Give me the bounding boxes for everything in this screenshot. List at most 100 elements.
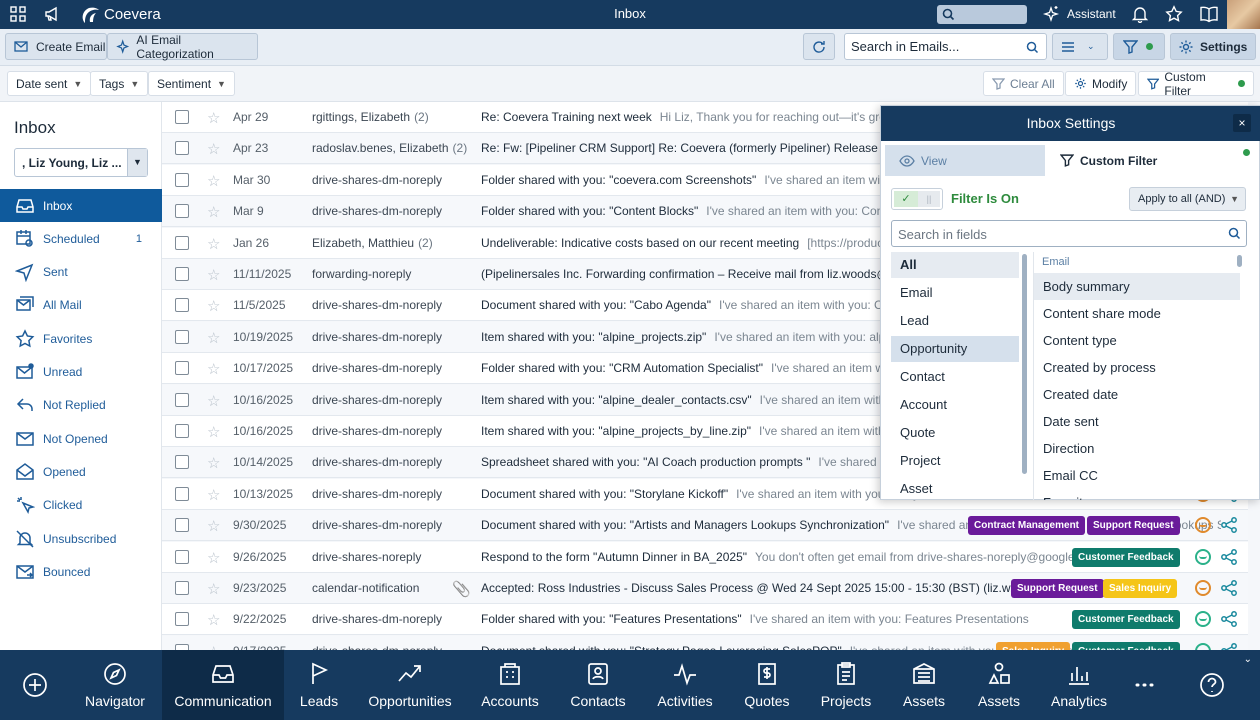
favorite-star-icon[interactable]: ☆	[207, 235, 220, 253]
more-button[interactable]	[1124, 650, 1164, 720]
nav-contacts[interactable]: Contacts	[554, 650, 642, 720]
sidebar-item-all-mail[interactable]: All Mail	[0, 289, 162, 322]
row-checkbox[interactable]	[175, 392, 189, 407]
share-icon[interactable]	[1220, 610, 1238, 628]
row-checkbox[interactable]	[175, 486, 189, 501]
ai-categorization-button[interactable]: AI Email Categorization	[107, 33, 258, 61]
row-checkbox[interactable]	[175, 235, 189, 250]
tab-custom-filter[interactable]: Custom Filter	[1046, 145, 1256, 176]
field-item[interactable]: Email CC	[1034, 462, 1240, 489]
tag-badge[interactable]: Sales Inquiry	[996, 641, 1071, 650]
nav-activities[interactable]: Activities	[642, 650, 728, 720]
category-item[interactable]: Asset	[891, 476, 1019, 500]
field-scrollbar[interactable]	[1237, 255, 1242, 267]
filter-toggle[interactable]: ✓ ||	[891, 188, 943, 210]
date-sent-filter[interactable]: Date sent ▼	[7, 71, 92, 96]
book-icon[interactable]	[1199, 5, 1219, 25]
favorite-star-icon[interactable]: ☆	[207, 643, 220, 650]
field-search-input[interactable]	[898, 226, 1218, 242]
row-checkbox[interactable]	[175, 361, 189, 376]
plus-circle-button[interactable]	[5, 650, 65, 720]
create-email-button[interactable]: Create Email	[5, 33, 107, 60]
sparkle-icon[interactable]	[1042, 5, 1062, 25]
chevron-down-icon[interactable]: ▼	[127, 149, 147, 176]
clear-all-button[interactable]: Clear All	[983, 71, 1064, 96]
tag-badge[interactable]: Support Request	[1087, 516, 1180, 536]
nav-quotes[interactable]: Quotes	[730, 650, 804, 720]
favorite-star-icon[interactable]: ☆	[207, 360, 220, 378]
field-item[interactable]: Content type	[1034, 327, 1240, 354]
nav-communication[interactable]: Communication	[162, 650, 284, 720]
favorite-star-icon[interactable]: ☆	[207, 140, 220, 158]
row-checkbox[interactable]	[175, 518, 189, 533]
favorite-star-icon[interactable]: ☆	[207, 172, 220, 190]
favorite-star-icon[interactable]: ☆	[207, 580, 220, 598]
row-checkbox[interactable]	[175, 424, 189, 438]
avatar[interactable]	[1227, 0, 1260, 29]
row-checkbox[interactable]	[175, 141, 189, 156]
field-search-box[interactable]	[891, 220, 1247, 247]
tag-badge[interactable]: Customer Feedback	[1072, 547, 1180, 567]
megaphone-icon[interactable]	[43, 5, 63, 25]
sidebar-item-unsubscribed[interactable]: Unsubscribed	[0, 522, 162, 555]
row-checkbox[interactable]	[175, 329, 189, 344]
field-item[interactable]: Date sent	[1034, 408, 1240, 435]
nav-assets[interactable]: Assets	[891, 650, 957, 720]
global-search-input[interactable]	[937, 5, 1027, 24]
table-row[interactable]: ☆ 9/22/2025 drive-shares-dm-noreply Folder …	[162, 604, 1248, 636]
bell-icon[interactable]	[1131, 5, 1151, 25]
favorite-star-icon[interactable]: ☆	[207, 486, 220, 504]
share-icon[interactable]	[1220, 579, 1238, 597]
row-checkbox[interactable]	[175, 267, 189, 281]
field-item[interactable]: Created date	[1034, 381, 1240, 408]
table-row[interactable]: ☆ 9/26/2025 drive-shares-noreply Respond to…	[162, 541, 1248, 573]
row-checkbox[interactable]	[175, 172, 189, 187]
field-item[interactable]: Content share mode	[1034, 300, 1240, 327]
sidebar-item-clicked[interactable]: Clicked	[0, 489, 162, 522]
tag-badge[interactable]: Customer Feedback	[1072, 610, 1180, 630]
nav-assets[interactable]: Assets	[967, 650, 1031, 720]
filter-toggle-button[interactable]	[1113, 33, 1165, 60]
assistant-button[interactable]: Assistant	[1067, 7, 1116, 21]
row-checkbox[interactable]	[175, 581, 189, 595]
category-item[interactable]: Contact	[891, 364, 1019, 390]
modify-button[interactable]: Modify	[1065, 71, 1137, 96]
sentiment-filter[interactable]: Sentiment ▼	[148, 71, 235, 96]
sidebar-item-not-replied[interactable]: Not Replied	[0, 389, 162, 422]
sidebar-item-scheduled[interactable]: Scheduled 1	[0, 222, 162, 255]
row-checkbox[interactable]	[175, 110, 189, 124]
list-view-dropdown[interactable]: ⌄	[1052, 33, 1108, 60]
field-item[interactable]: Direction	[1034, 435, 1240, 462]
share-icon[interactable]	[1220, 548, 1238, 566]
favorite-star-icon[interactable]: ☆	[207, 266, 220, 284]
email-search-input[interactable]: Search in Emails...	[844, 33, 1047, 60]
coevera-logo-icon[interactable]	[79, 5, 99, 25]
field-item[interactable]: Body summary	[1034, 273, 1240, 300]
tag-badge[interactable]: Customer Feedback	[1072, 641, 1180, 650]
nav-opportunities[interactable]: Opportunities	[358, 650, 462, 720]
favorite-star-icon[interactable]: ☆	[207, 203, 220, 221]
favorite-star-icon[interactable]: ☆	[207, 423, 220, 441]
share-icon[interactable]	[1220, 516, 1238, 534]
favorite-star-icon[interactable]: ☆	[207, 611, 220, 629]
row-checkbox[interactable]	[175, 298, 189, 313]
table-row[interactable]: ☆ 9/23/2025 calendar-notification 📎 Accepted…	[162, 573, 1248, 604]
row-checkbox[interactable]	[175, 549, 189, 564]
category-item[interactable]: Opportunity	[891, 336, 1019, 362]
sidebar-item-inbox[interactable]: Inbox	[0, 189, 162, 222]
favorite-star-icon[interactable]: ☆	[207, 517, 220, 535]
favorite-star-icon[interactable]: ☆	[207, 454, 220, 472]
tag-badge[interactable]: Sales Inquiry	[1103, 579, 1178, 598]
category-item[interactable]: Quote	[891, 420, 1019, 446]
field-item[interactable]: Created by process	[1034, 354, 1240, 381]
category-item[interactable]: Project	[891, 448, 1019, 474]
category-item[interactable]: All	[891, 252, 1019, 278]
favorite-star-icon[interactable]: ☆	[207, 329, 220, 347]
tag-badge[interactable]: Support Request	[1011, 579, 1104, 598]
sidebar-item-opened[interactable]: Opened	[0, 455, 162, 488]
category-item[interactable]: Lead	[891, 308, 1019, 334]
nav-leads[interactable]: Leads	[289, 650, 349, 720]
category-item[interactable]: Account	[891, 392, 1019, 418]
row-checkbox[interactable]	[175, 612, 189, 627]
apply-mode-dropdown[interactable]: Apply to all (AND) ▼	[1129, 187, 1246, 211]
